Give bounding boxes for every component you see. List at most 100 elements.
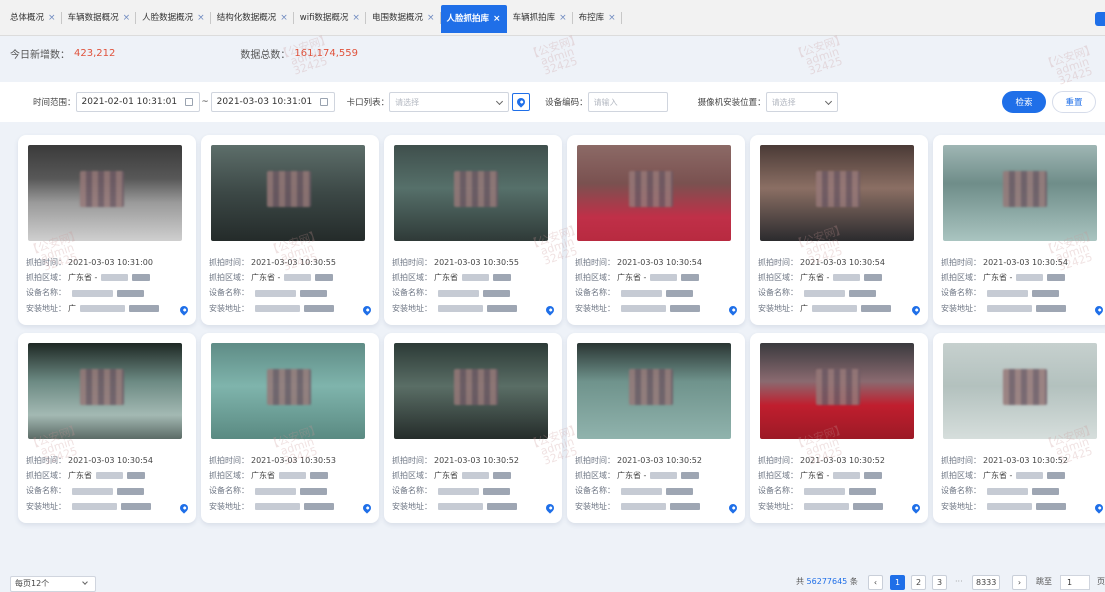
close-icon[interactable]: × bbox=[197, 5, 205, 31]
capture-card[interactable]: 抓拍时间： 2021-03-03 10:30:52 抓拍区域： 广东省 - 设备名称：安… bbox=[750, 333, 928, 523]
tab-structured-data[interactable]: 结构化数据概况 × bbox=[211, 5, 294, 31]
capture-area-row-label: 抓拍区域： bbox=[209, 273, 249, 283]
device-name-row-label: 设备名称： bbox=[26, 288, 66, 298]
redacted-text bbox=[681, 472, 700, 480]
capture-photo[interactable] bbox=[943, 343, 1097, 439]
tab-vehicle-capture[interactable]: 车辆抓拍库 × bbox=[507, 5, 573, 31]
prev-page-button[interactable]: ‹ bbox=[868, 575, 883, 590]
device-name-row-label: 设备名称： bbox=[209, 288, 249, 298]
capture-card[interactable]: 抓拍时间： 2021-03-03 10:30:53 抓拍区域： 广东省 设备名称： 安装地… bbox=[201, 333, 379, 523]
tab-scroll-handle[interactable] bbox=[1095, 12, 1105, 26]
install-address-row-label: 安装地址： bbox=[758, 303, 798, 313]
redacted-text bbox=[279, 472, 306, 480]
next-page-button[interactable]: › bbox=[1012, 575, 1027, 590]
face-mosaic bbox=[454, 369, 498, 405]
device-name-row-label: 设备名称： bbox=[758, 288, 798, 298]
tab-wifi-data[interactable]: wifi数据概况 × bbox=[294, 5, 366, 31]
install-address-row-label: 安装地址： bbox=[26, 303, 66, 313]
redacted-text bbox=[310, 472, 328, 480]
tab-overview[interactable]: 总体概况 × bbox=[4, 5, 62, 31]
tab-efence-data[interactable]: 电围数据概况 × bbox=[366, 5, 441, 31]
capture-photo[interactable] bbox=[943, 145, 1097, 241]
device-code-input[interactable]: 请输入 bbox=[587, 92, 668, 112]
close-icon[interactable]: × bbox=[427, 5, 435, 31]
capture-area-row-value: 广东省 - bbox=[68, 273, 98, 283]
checkpoint-select[interactable]: 请选择 bbox=[389, 92, 510, 112]
page-button-1[interactable]: 1 bbox=[890, 575, 905, 590]
capture-photo[interactable] bbox=[760, 343, 914, 439]
close-icon[interactable]: × bbox=[123, 5, 131, 31]
capture-photo[interactable] bbox=[577, 145, 731, 241]
redacted-text bbox=[493, 472, 511, 480]
redacted-text bbox=[670, 502, 700, 510]
capture-card[interactable]: 抓拍时间： 2021-03-03 10:30:55 抓拍区域： 广东省 - 设备名称：安… bbox=[201, 135, 379, 325]
capture-photo[interactable] bbox=[28, 343, 182, 439]
capture-card[interactable]: 抓拍时间： 2021-03-03 10:30:52 抓拍区域： 广东省 设备名称： 安装地… bbox=[384, 333, 562, 523]
capture-card[interactable]: 抓拍时间： 2021-03-03 10:30:52 抓拍区域： 广东省 - 设备名称：安… bbox=[567, 333, 745, 523]
end-time-input[interactable]: 2021-03-03 10:31:01 bbox=[210, 92, 335, 112]
capture-card[interactable]: 抓拍时间： 2021-03-03 10:30:52 抓拍区域： 广东省 - 设备名称：安… bbox=[933, 333, 1105, 523]
page-button-2[interactable]: 2 bbox=[911, 575, 926, 590]
capture-info: 抓拍时间： 2021-03-03 10:30:55 抓拍区域： 广东省 - 设备名称：安… bbox=[209, 255, 373, 316]
redacted-text bbox=[1031, 289, 1059, 297]
device-name-row-label: 设备名称： bbox=[941, 486, 981, 496]
capture-card[interactable]: 抓拍时间： 2021-03-03 10:30:54 抓拍区域： 广东省 设备名称： 安装地… bbox=[18, 333, 196, 523]
redacted-text bbox=[132, 274, 151, 282]
face-mosaic bbox=[629, 171, 673, 207]
capture-photo[interactable] bbox=[577, 343, 731, 439]
capture-area-row-label: 抓拍区域： bbox=[575, 273, 615, 283]
capture-info: 抓拍时间： 2021-03-03 10:30:52 抓拍区域： 广东省 - 设备名称：安… bbox=[575, 453, 739, 514]
redacted-text bbox=[650, 274, 678, 282]
page-size-select[interactable]: 每页12个 bbox=[10, 576, 96, 592]
close-icon[interactable]: × bbox=[493, 5, 501, 33]
capture-photo[interactable] bbox=[211, 343, 365, 439]
redacted-text bbox=[1036, 304, 1066, 312]
capture-info: 抓拍时间： 2021-03-03 10:30:52 抓拍区域： 广东省 设备名称： 安装地… bbox=[392, 453, 556, 514]
capture-photo[interactable] bbox=[28, 145, 182, 241]
redacted-text bbox=[681, 274, 700, 282]
redacted-text bbox=[650, 472, 678, 480]
capture-area-row: 抓拍区域： 广东省 - bbox=[941, 468, 1105, 483]
calendar-icon bbox=[320, 98, 329, 106]
close-icon[interactable]: × bbox=[559, 5, 567, 31]
tab-face-data[interactable]: 人脸数据概况 × bbox=[136, 5, 211, 31]
capture-photo[interactable] bbox=[760, 145, 914, 241]
capture-card[interactable]: 抓拍时间： 2021-03-03 10:30:54 抓拍区域： 广东省 - 设备名称：安… bbox=[933, 135, 1105, 325]
close-icon[interactable]: × bbox=[280, 5, 288, 31]
face-mosaic bbox=[267, 171, 311, 207]
redacted-text bbox=[987, 304, 1032, 312]
tab-surveillance[interactable]: 布控库 × bbox=[573, 5, 622, 31]
tab-face-capture[interactable]: 人脸抓拍库 × bbox=[440, 5, 507, 33]
close-icon[interactable]: × bbox=[352, 5, 360, 31]
capture-info: 抓拍时间： 2021-03-03 10:30:53 抓拍区域： 广东省 设备名称： 安装地… bbox=[209, 453, 373, 514]
capture-card[interactable]: 抓拍时间： 2021-03-03 10:30:55 抓拍区域： 广东省 设备名称： 安装地… bbox=[384, 135, 562, 325]
face-mosaic bbox=[454, 171, 498, 207]
jump-page-input[interactable]: 1 bbox=[1060, 575, 1090, 590]
capture-photo[interactable] bbox=[211, 145, 365, 241]
redacted-text bbox=[315, 274, 334, 282]
face-mosaic bbox=[1003, 369, 1047, 405]
face-mosaic bbox=[816, 369, 860, 405]
last-page-button[interactable]: 8333 bbox=[972, 575, 1001, 590]
tab-vehicle-data[interactable]: 车辆数据概况 × bbox=[62, 5, 137, 31]
capture-area-row-value: 广东省 bbox=[251, 471, 275, 481]
close-icon[interactable]: × bbox=[48, 5, 56, 31]
capture-card[interactable]: 抓拍时间： 2021-03-03 10:31:00 抓拍区域： 广东省 - 设备名称：安… bbox=[18, 135, 196, 325]
total-label: 数据总数： bbox=[240, 49, 291, 61]
camera-location-select[interactable]: 请选择 bbox=[765, 92, 838, 112]
capture-time-row: 抓拍时间： 2021-03-03 10:30:54 bbox=[575, 255, 739, 270]
reset-button[interactable]: 重置 bbox=[1052, 91, 1096, 113]
capture-card[interactable]: 抓拍时间： 2021-03-03 10:30:54 抓拍区域： 广东省 - 设备名称：安… bbox=[567, 135, 745, 325]
capture-time-row-value: 2021-03-03 10:31:00 bbox=[68, 258, 153, 267]
device-name-row: 设备名称： bbox=[758, 285, 922, 300]
page-button-3[interactable]: 3 bbox=[932, 575, 947, 590]
search-button[interactable]: 检索 bbox=[1002, 91, 1046, 113]
capture-photo[interactable] bbox=[394, 343, 548, 439]
install-address-row-label: 安装地址： bbox=[209, 501, 249, 511]
start-time-input[interactable]: 2021-02-01 10:31:01 bbox=[75, 92, 200, 112]
map-select-button[interactable] bbox=[512, 93, 531, 111]
redacted-text bbox=[72, 487, 113, 495]
capture-photo[interactable] bbox=[394, 145, 548, 241]
capture-card[interactable]: 抓拍时间： 2021-03-03 10:30:54 抓拍区域： 广东省 - 设备名称：安… bbox=[750, 135, 928, 325]
close-icon[interactable]: × bbox=[608, 5, 616, 31]
